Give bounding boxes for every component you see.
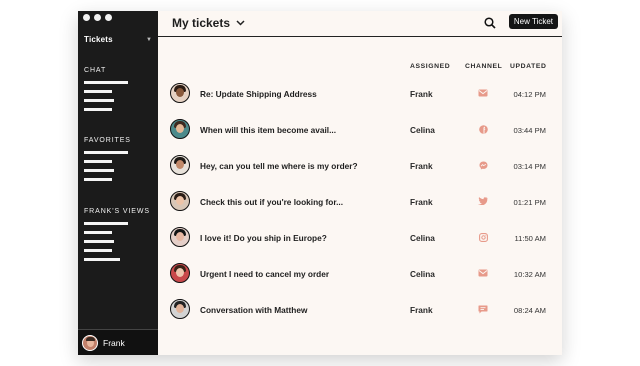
avatar-face: [176, 268, 184, 277]
avatar: [82, 334, 98, 351]
avatar: [170, 299, 190, 319]
avatar: [170, 119, 190, 139]
user-name: Frank: [103, 337, 125, 348]
sidebar-item[interactable]: [84, 99, 114, 102]
section-franks-views: FRANK'S VIEWS: [84, 208, 150, 215]
ticket-assignee: Frank: [410, 161, 433, 171]
sidebar-item[interactable]: [84, 222, 128, 225]
sidebar-item[interactable]: [84, 90, 112, 93]
ticket-assignee: Celina: [410, 125, 435, 135]
avatar-face: [176, 124, 184, 133]
avatar: [170, 155, 190, 175]
search-icon[interactable]: [484, 16, 496, 29]
ticket-updated-time: 04:12 PM: [513, 90, 546, 99]
ticket-updated-time: 10:32 AM: [513, 270, 546, 279]
avatar-face: [176, 232, 184, 241]
table-row[interactable]: Urgent I need to cancel my order Celina 10…: [158, 263, 562, 299]
ticket-assignee: Frank: [410, 197, 433, 207]
tickets-label: Tickets: [84, 35, 113, 44]
window-controls: [83, 14, 112, 21]
ticket-updated-time: 03:14 PM: [513, 162, 546, 171]
ticket-assignee: Frank: [410, 305, 433, 315]
avatar-face: [176, 88, 184, 97]
ticket-updated-time: 01:21 PM: [513, 198, 546, 207]
chat-icon: [478, 304, 488, 314]
table-row[interactable]: Check this out if you're looking for... F…: [158, 191, 562, 227]
sidebar-item[interactable]: [84, 160, 112, 163]
ticket-subject: I love it! Do you ship in Europe?: [200, 233, 327, 243]
avatar-face: [176, 160, 184, 169]
user-profile[interactable]: Frank: [78, 329, 158, 355]
page-title: My tickets: [172, 16, 231, 30]
top-header: My tickets New Ticket: [158, 11, 562, 37]
avatar-face: [176, 304, 184, 313]
ticket-assignee: Frank: [410, 89, 433, 99]
section-favorites: FAVORITES: [84, 137, 131, 144]
email-icon: [478, 268, 488, 278]
sidebar-item[interactable]: [84, 169, 114, 172]
sidebar-item[interactable]: [84, 240, 114, 243]
avatar: [170, 83, 190, 103]
ticket-updated-time: 08:24 AM: [513, 306, 546, 315]
table-row[interactable]: I love it! Do you ship in Europe? Celina 1…: [158, 227, 562, 263]
sidebar-item[interactable]: [84, 178, 112, 181]
sidebar-item[interactable]: [84, 231, 112, 234]
column-assigned[interactable]: ASSIGNED: [410, 63, 450, 70]
messenger-icon: [478, 160, 488, 170]
ticket-updated-time: 11:50 AM: [514, 234, 546, 243]
sidebar-item[interactable]: [84, 249, 112, 252]
window-dot-icon[interactable]: [83, 14, 90, 21]
ticket-updated-time: 03:44 PM: [513, 126, 546, 135]
table-row[interactable]: When will this item become avail... Celin…: [158, 119, 562, 155]
app-window: Tickets ▼ CHAT FAVORITES FRANK'S VIEWS F…: [78, 11, 562, 355]
ticket-subject: Conversation with Matthew: [200, 305, 308, 315]
table-row[interactable]: Conversation with Matthew Frank 08:24 AM: [158, 299, 562, 335]
avatar-face: [176, 196, 184, 205]
ticket-subject: When will this item become avail...: [200, 125, 337, 135]
sidebar-item[interactable]: [84, 258, 120, 261]
avatar: [170, 191, 190, 211]
ticket-assignee: Celina: [410, 233, 435, 243]
sidebar: Tickets ▼ CHAT FAVORITES FRANK'S VIEWS F…: [78, 11, 158, 355]
email-icon: [478, 88, 488, 98]
facebook-icon: [478, 124, 488, 134]
table-row[interactable]: Hey, can you tell me where is my order? F…: [158, 155, 562, 191]
sidebar-item[interactable]: [84, 108, 112, 111]
ticket-subject: Urgent I need to cancel my order: [200, 269, 330, 279]
avatar: [170, 263, 190, 283]
chevron-down-icon: [236, 18, 245, 28]
avatar: [170, 227, 190, 247]
sidebar-item[interactable]: [84, 151, 128, 154]
ticket-assignee: Celina: [410, 269, 435, 279]
section-chat: CHAT: [84, 67, 107, 74]
column-channel[interactable]: CHANNEL: [465, 63, 502, 70]
ticket-subject: Check this out if you're looking for...: [200, 197, 344, 207]
instagram-icon: [478, 232, 488, 242]
tickets-dropdown[interactable]: Tickets ▼: [84, 35, 152, 44]
new-ticket-button[interactable]: New Ticket: [508, 14, 558, 29]
caret-down-icon: ▼: [146, 36, 152, 43]
ticket-subject: Hey, can you tell me where is my order?: [200, 161, 358, 171]
view-selector[interactable]: My tickets: [172, 16, 245, 30]
ticket-subject: Re: Update Shipping Address: [200, 89, 317, 99]
table-row[interactable]: Re: Update Shipping Address Frank 04:12 PM: [158, 83, 562, 119]
twitter-icon: [478, 196, 488, 206]
window-dot-icon[interactable]: [94, 14, 101, 21]
sidebar-item[interactable]: [84, 81, 128, 84]
window-dot-icon[interactable]: [105, 14, 112, 21]
column-updated[interactable]: UPDATED: [510, 63, 547, 70]
